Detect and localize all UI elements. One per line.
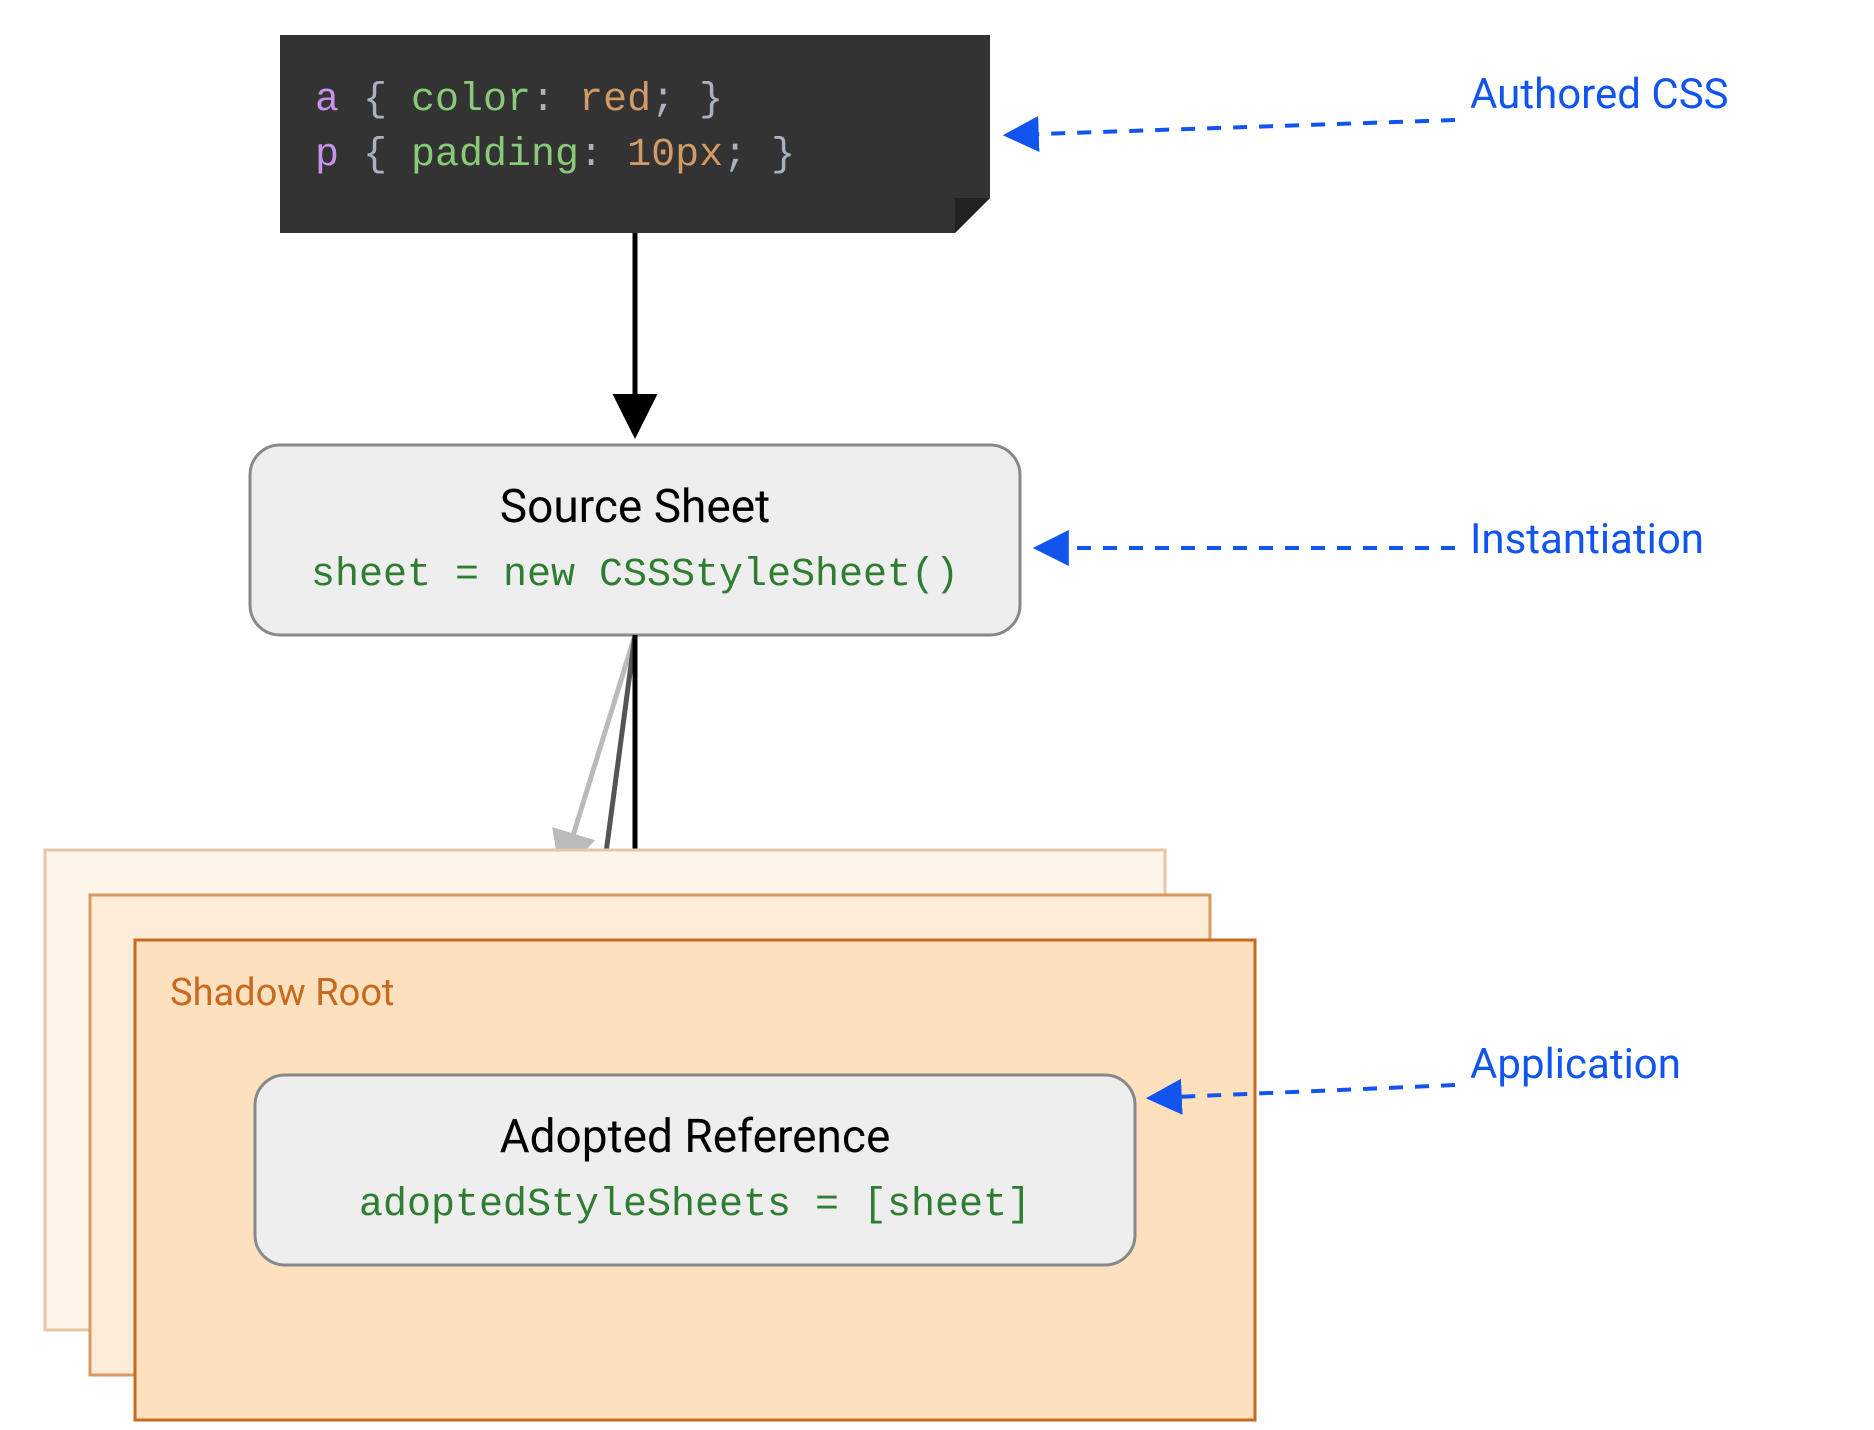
code-value: red xyxy=(579,78,651,123)
code-brace: ; } xyxy=(723,133,795,178)
adopted-reference-code: adoptedStyleSheets = [sheet] xyxy=(359,1183,1031,1228)
svg-text:p { padding: 10px; }: p { padding: 10px; } xyxy=(315,133,795,178)
code-brace: ; } xyxy=(651,78,723,123)
code-colon: : xyxy=(579,133,627,178)
shadow-root-label: Shadow Root xyxy=(170,971,394,1015)
code-brace: { xyxy=(339,78,411,123)
adopted-reference-title: Adopted Reference xyxy=(500,1110,891,1164)
annotation-instantiation: Instantiation xyxy=(1040,515,1704,564)
svg-text:a { color: red; }: a { color: red; } xyxy=(315,78,723,123)
svg-text:Instantiation: Instantiation xyxy=(1470,515,1704,564)
code-value: 10px xyxy=(627,133,723,178)
source-sheet-title: Source Sheet xyxy=(500,480,770,534)
arrow-split-faded2 xyxy=(563,635,635,868)
shadow-root-card-front: Shadow Root Adopted Reference adoptedSty… xyxy=(135,940,1255,1420)
annotation-authored-css: Authored CSS xyxy=(1010,70,1729,135)
code-selector: p xyxy=(315,133,339,178)
svg-text:Application: Application xyxy=(1470,1040,1681,1089)
code-prop: color xyxy=(411,78,531,123)
code-colon: : xyxy=(531,78,579,123)
code-selector: a xyxy=(315,78,339,123)
source-sheet-code: sheet = new CSSStyleSheet() xyxy=(311,553,959,598)
adopted-reference-box: Adopted Reference adoptedStyleSheets = [… xyxy=(255,1075,1135,1265)
source-sheet-box: Source Sheet sheet = new CSSStyleSheet() xyxy=(250,445,1020,635)
code-prop: padding xyxy=(411,133,579,178)
svg-text:Authored CSS: Authored CSS xyxy=(1470,70,1729,119)
code-block: a { color: red; } p { padding: 10px; } xyxy=(280,35,990,233)
code-brace: { xyxy=(339,133,411,178)
